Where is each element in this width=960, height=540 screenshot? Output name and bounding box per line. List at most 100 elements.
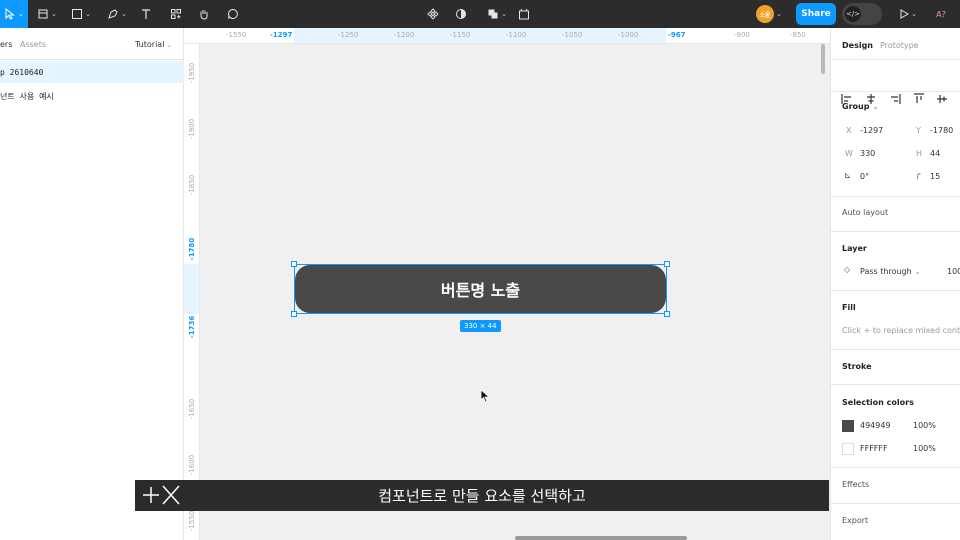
ruler-tick-selection-start: -1297 (270, 31, 293, 39)
rotation-input[interactable]: 0° (860, 172, 869, 181)
layer-opacity-input[interactable]: 100 (947, 267, 960, 276)
group-section-title[interactable]: Group ⌄ (842, 102, 879, 111)
ruler-tick: -1000 (618, 31, 639, 39)
stroke-section-title[interactable]: Stroke (842, 362, 872, 371)
frame-icon (38, 9, 48, 19)
w-label: W (845, 149, 853, 158)
color-swatch-ffffff[interactable] (842, 443, 854, 455)
mask-button[interactable] (453, 0, 469, 28)
x-label: X (846, 126, 852, 135)
user-avatar-button[interactable]: 소윤 ⌄ (755, 0, 783, 28)
ruler-tick-selection-end: -1736 (188, 315, 197, 339)
ruler-tick: -1050 (562, 31, 583, 39)
zoom-menu-button[interactable]: A? (930, 0, 952, 28)
divider (831, 196, 960, 197)
y-label: Y (916, 126, 921, 135)
tab-prototype[interactable]: Prototype (880, 41, 919, 50)
fill-section-title: Fill (842, 303, 856, 312)
divider (831, 349, 960, 350)
blend-mode-select[interactable]: Pass through ⌄ (860, 267, 921, 276)
ruler-tick: -1550 (226, 31, 247, 39)
page-selector[interactable]: Tutorial ⌄ (135, 40, 172, 49)
export-section-title[interactable]: Export (842, 516, 868, 525)
ruler-tick: -1100 (506, 31, 527, 39)
layer-item-group[interactable]: p 2610640 (0, 61, 184, 83)
comment-icon (228, 8, 238, 19)
color-hex[interactable]: 494949 (860, 421, 891, 430)
rectangle-icon (72, 9, 83, 19)
color-opacity[interactable]: 100% (913, 444, 936, 453)
ruler-tick: -1150 (450, 31, 471, 39)
resize-handle-bottom-right[interactable] (664, 311, 670, 317)
tab-layers[interactable]: ers (0, 40, 12, 49)
chevron-down-icon: ⌄ (166, 41, 173, 49)
color-swatch-494949[interactable] (842, 420, 854, 432)
rotation-icon: ⊾ (844, 171, 852, 181)
height-input[interactable]: 44 (930, 149, 940, 158)
layers-panel: ers Assets Tutorial ⌄ p 2610640 넌트 사용 예시 (0, 28, 184, 540)
align-right-icon[interactable] (888, 92, 902, 106)
resources-icon (171, 9, 181, 19)
chevron-down-icon: ⌄ (914, 267, 921, 276)
hand-tool-button[interactable] (196, 0, 212, 28)
ruler-tick-selection-end: -967 (668, 31, 686, 39)
auto-layout-section[interactable]: Auto layout (842, 208, 888, 217)
mouse-pointer-icon (480, 389, 491, 403)
tab-design[interactable]: Design (842, 41, 873, 50)
width-input[interactable]: 330 (860, 149, 875, 158)
divider (831, 231, 960, 232)
pen-icon (108, 9, 118, 19)
resize-handle-bottom-left[interactable] (291, 311, 297, 317)
corner-radius-input[interactable]: 15 (930, 172, 940, 181)
effects-section-title[interactable]: Effects (842, 480, 869, 489)
layer-section-title: Layer (842, 244, 867, 253)
ruler-tick: -900 (734, 31, 750, 39)
vertical-ruler: -1950 -1900 -1850 -1780 -1736 -1650 -160… (184, 44, 200, 540)
boolean-button[interactable]: ⌄ (484, 0, 510, 28)
create-component-button[interactable] (425, 0, 441, 28)
y-input[interactable]: -1780 (930, 126, 953, 135)
color-opacity[interactable]: 100% (913, 421, 936, 430)
toolbar: ⌄ ⌄ ⌄ ⌄ ⌄ 소윤 ⌄ Share </> ⌄ A? (0, 0, 960, 28)
selection-colors-title: Selection colors (842, 398, 914, 407)
color-hex[interactable]: FFFFFF (860, 444, 888, 453)
resources-button[interactable] (168, 0, 184, 28)
play-icon (900, 9, 910, 19)
layers-panel-tabs: ers Assets Tutorial ⌄ (0, 28, 184, 60)
horizontal-scrollbar[interactable] (515, 536, 687, 540)
dev-mode-code-button[interactable] (516, 0, 532, 28)
selection-outline (294, 264, 667, 314)
divider (831, 290, 960, 291)
ruler-tick: -850 (790, 31, 806, 39)
avatar: 소윤 (756, 5, 775, 23)
divider (831, 503, 960, 504)
resize-handle-top-left[interactable] (291, 261, 297, 267)
hand-icon (200, 10, 208, 20)
ruler-tick: -1600 (188, 454, 196, 476)
move-tool-button[interactable]: ⌄ (0, 0, 28, 28)
frame-tool-button[interactable]: ⌄ (34, 0, 60, 28)
dev-mode-toggle[interactable]: </> (842, 3, 882, 25)
align-top-icon[interactable] (912, 92, 926, 106)
page-selector-label: Tutorial (135, 40, 165, 49)
align-vertical-center-icon[interactable] (935, 92, 949, 106)
text-tool-button[interactable] (138, 0, 154, 28)
share-button[interactable]: Share (796, 3, 836, 25)
boolean-union-icon (488, 9, 498, 19)
ruler-tick: -1650 (188, 398, 196, 420)
subtitle-text: 컴포넌트로 만들 요소를 선택하고 (378, 487, 586, 505)
layer-item-frame[interactable]: 넌트 사용 예시 (0, 85, 184, 107)
ruler-tick-selection-start: -1780 (188, 237, 197, 261)
size-badge: 330 × 44 (460, 320, 501, 332)
comment-tool-button[interactable] (225, 0, 241, 28)
fill-hint-text: Click + to replace mixed content (842, 326, 960, 335)
present-button[interactable]: ⌄ (896, 0, 920, 28)
ruler-tick: -1900 (188, 118, 196, 140)
x-input[interactable]: -1297 (860, 126, 883, 135)
vertical-scrollbar[interactable] (821, 44, 825, 74)
shape-tool-button[interactable]: ⌄ (68, 0, 94, 28)
resize-handle-top-right[interactable] (664, 261, 670, 267)
ruler-tick: -1250 (338, 31, 359, 39)
tab-assets[interactable]: Assets (20, 40, 46, 49)
pen-tool-button[interactable]: ⌄ (104, 0, 130, 28)
